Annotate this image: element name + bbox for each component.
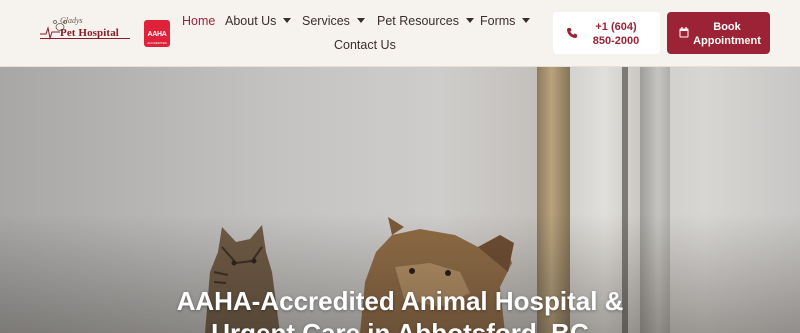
call-phone-button[interactable]: +1 (604) 850-2000	[553, 12, 660, 54]
aaha-badge-sub: ACCREDITED	[147, 41, 167, 45]
chevron-down-icon	[465, 18, 474, 23]
nav-services[interactable]: Services	[302, 14, 365, 28]
book-appointment-label: Book Appointment	[693, 21, 761, 47]
logo-small-text: Gladys	[60, 16, 83, 25]
nav-about-us[interactable]: About Us	[225, 14, 292, 28]
nav-forms[interactable]: Forms	[480, 14, 531, 28]
chevron-down-icon	[356, 18, 365, 23]
calendar-icon	[679, 27, 689, 38]
nav-pet-resources[interactable]: Pet Resources	[377, 14, 474, 28]
book-appointment-button[interactable]: Book Appointment	[667, 12, 770, 54]
hero-banner: AAHA-Accredited Animal Hospital & Urgent…	[0, 67, 800, 333]
hero-title: AAHA-Accredited Animal Hospital & Urgent…	[176, 286, 624, 333]
site-header: Gladys Pet Hospital AAHA ACCREDITED Home…	[0, 0, 800, 67]
nav-home[interactable]: Home	[182, 14, 215, 28]
chevron-down-icon	[283, 18, 292, 23]
logo-underline	[40, 38, 130, 39]
chevron-down-icon	[522, 18, 531, 23]
phone-number: +1 (604) 850-2000	[592, 21, 640, 47]
phone-icon	[567, 28, 577, 38]
nav-contact-us[interactable]: Contact Us	[334, 38, 396, 52]
aaha-badge-text: AAHA	[147, 31, 167, 38]
